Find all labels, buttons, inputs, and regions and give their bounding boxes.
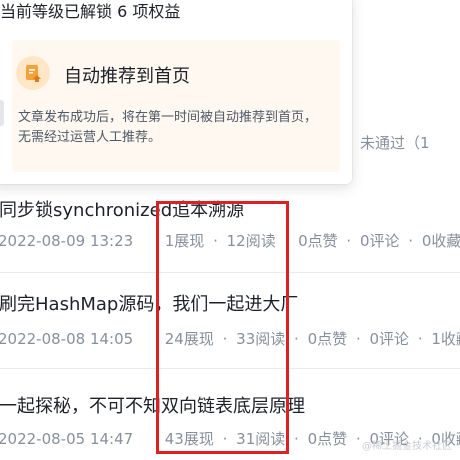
favorites-count: 0收藏 — [421, 232, 460, 250]
benefit-title: 自动推荐到首页 — [64, 66, 190, 87]
document-upload-icon — [16, 56, 50, 90]
article-date: 2022-08-09 13:23 — [0, 232, 134, 250]
benefits-popover: 当前等级已解锁 6 项权益 自动推荐到首页 文章发布成功后，将在第一时间被自动推… — [0, 0, 352, 184]
article-date: 2022-08-08 14:05 — [0, 330, 134, 348]
likes-count: 0点赞 — [307, 430, 348, 448]
comments-count: 0评论 — [359, 232, 400, 250]
benefits-heading: 当前等级已解锁 6 项权益 — [0, 2, 181, 21]
favorites-count: 1收藏 — [431, 330, 460, 348]
chevron-left-icon — [0, 107, 1, 119]
watermark: @稀土掘金技术社区 — [362, 441, 452, 452]
likes-count: 0点赞 — [298, 232, 338, 250]
tab-failed[interactable]: 未通过（1 — [360, 132, 430, 153]
status-tabs: 未通过（1 — [360, 128, 430, 156]
benefit-card: 自动推荐到首页 文章发布成功后，将在第一时间被自动推荐到首页，无需经过运营人工推… — [12, 40, 340, 172]
benefit-description: 文章发布成功后，将在第一时间被自动推荐到首页，无需经过运营人工推荐。 — [18, 110, 318, 145]
carousel-prev-button[interactable] — [0, 100, 4, 126]
annotation-highlight — [156, 201, 289, 454]
article-date: 2022-08-05 14:47 — [0, 430, 134, 448]
comments-count: 0评论 — [369, 330, 410, 348]
likes-count: 0点赞 — [307, 330, 348, 348]
